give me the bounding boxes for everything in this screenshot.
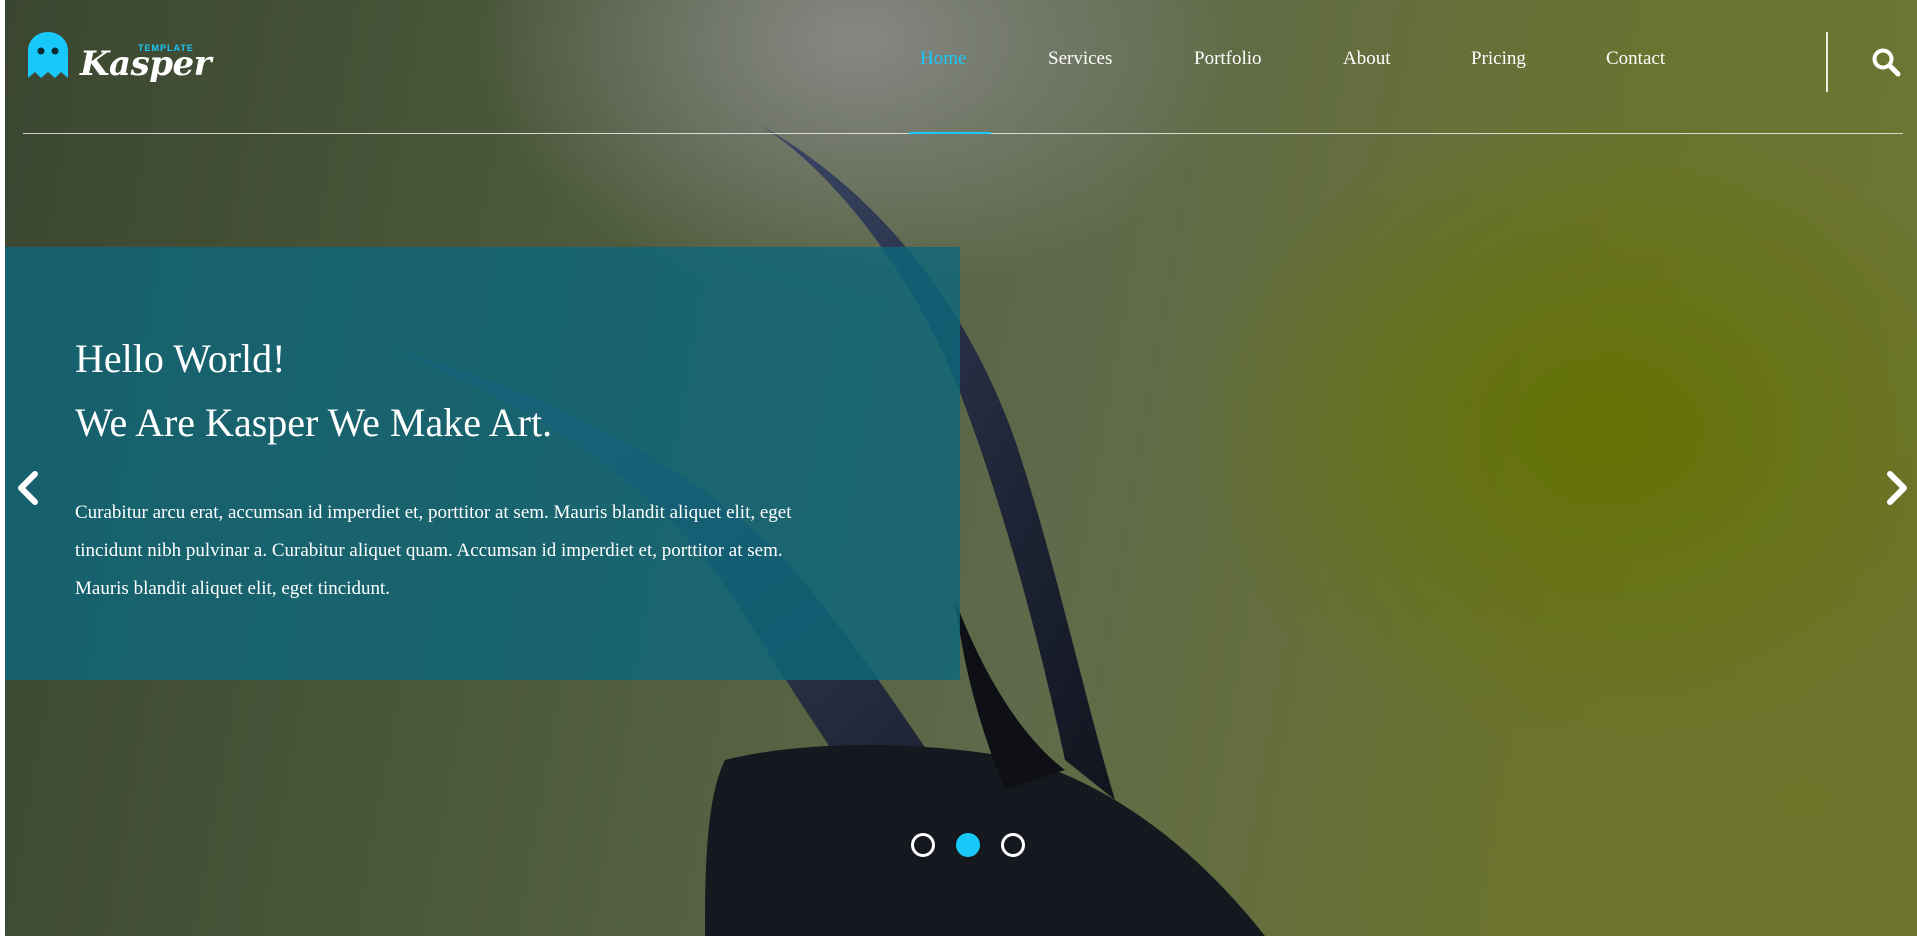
search-button[interactable] [1871, 47, 1901, 77]
nav-contact[interactable]: Contact [1606, 48, 1665, 70]
nav-about[interactable]: About [1343, 48, 1391, 70]
chevron-left-icon [18, 471, 38, 505]
hero-headline: Hello World! We Are Kasper We Make Art. [75, 327, 552, 455]
hero-content-box: Hello World! We Are Kasper We Make Art. … [5, 247, 960, 680]
nav-portfolio[interactable]: Portfolio [1194, 48, 1262, 70]
slider-dot-1[interactable] [911, 833, 935, 857]
hero-section: TEMPLATE Kasper Home Services Portfolio … [5, 0, 1917, 936]
nav-divider [1826, 32, 1828, 92]
slider-dot-2[interactable] [956, 833, 980, 857]
hero-headline-line1: Hello World! [75, 336, 286, 381]
nav-services[interactable]: Services [1048, 48, 1112, 70]
brand-name: Kasper [80, 44, 212, 84]
nav-active-indicator [909, 132, 991, 134]
nav-pricing[interactable]: Pricing [1471, 48, 1526, 70]
nav-home[interactable]: Home [920, 48, 966, 70]
chevron-right-icon [1887, 471, 1907, 505]
logo[interactable]: TEMPLATE Kasper [28, 30, 212, 90]
slider-dot-3[interactable] [1001, 833, 1025, 857]
slider-prev-button[interactable] [13, 468, 43, 508]
slider-next-button[interactable] [1882, 468, 1912, 508]
hero-paragraph: Curabitur arcu erat, accumsan id imperdi… [75, 502, 792, 599]
ghost-icon [28, 32, 68, 78]
hero-headline-line2: We Are Kasper We Make Art. [75, 400, 553, 445]
search-icon [1872, 48, 1901, 77]
